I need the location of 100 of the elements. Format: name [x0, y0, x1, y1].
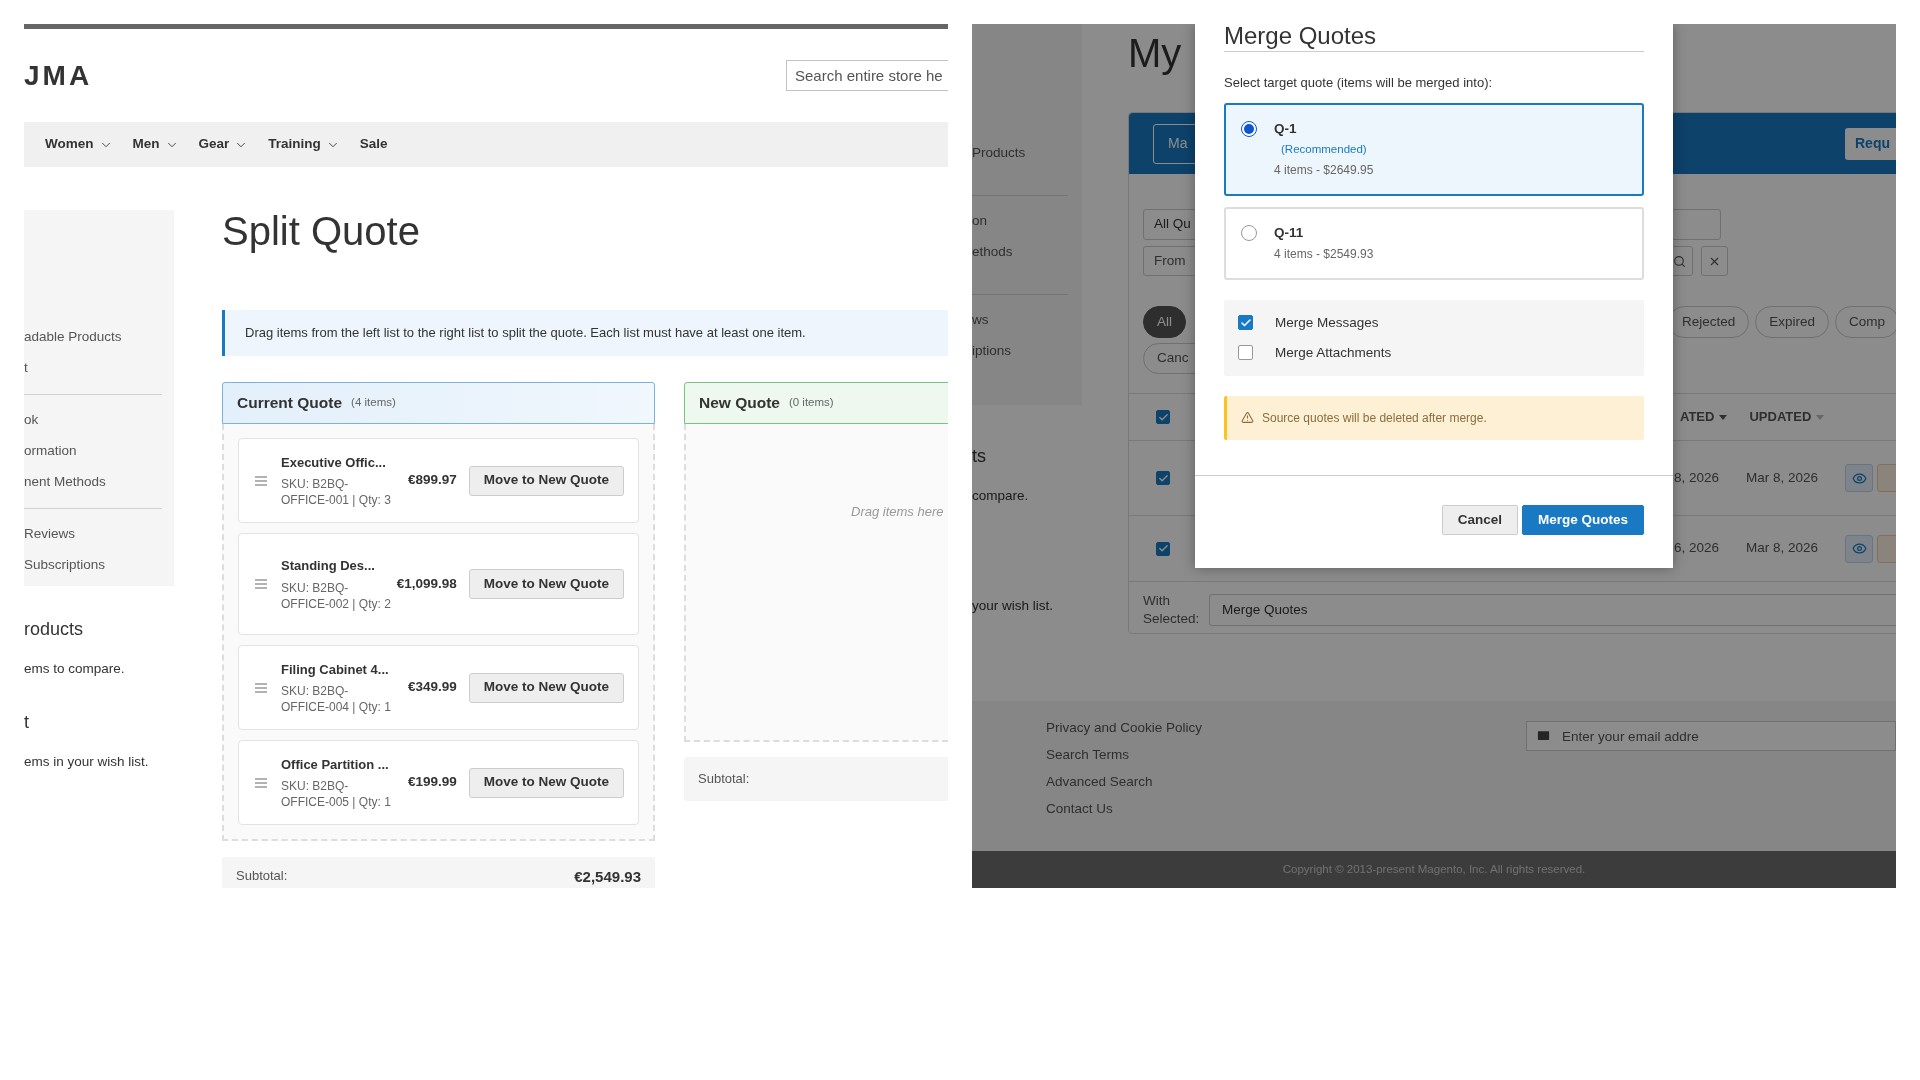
item-price: €349.99 [407, 678, 457, 697]
block-title: ts [972, 445, 987, 468]
quote-item-card[interactable]: Standing Des... SKU: B2BQ-OFFICE-002 | Qty: 2 €1,099.98 Move to New Quote [238, 533, 639, 635]
move-button[interactable]: Move to New Quote [468, 465, 624, 496]
subtotal-label: Subtotal: [698, 770, 750, 789]
panel-title: Current Quote [237, 393, 343, 414]
search-field[interactable]: Search entire store he [786, 60, 948, 91]
column-header[interactable]: UPDATED [1749, 407, 1825, 427]
empty-hint: Drag items here [851, 503, 944, 521]
sidebar-link[interactable]: ws [972, 305, 1068, 336]
column-header[interactable]: ATED [1680, 407, 1728, 427]
item-price: €199.99 [407, 773, 457, 792]
subtotal-label: Subtotal: [236, 867, 288, 885]
sidebar-link[interactable]: nent Methods [24, 467, 162, 498]
sidebar-link[interactable]: ethods [972, 237, 1068, 268]
checkbox[interactable] [1238, 345, 1253, 361]
status-pill[interactable]: Expired [1755, 306, 1830, 338]
item-price: €1,099.98 [396, 574, 457, 593]
table-cell-text: Mar 8, 2026 [1746, 468, 1819, 487]
warning-icon [1241, 411, 1254, 425]
sku-text: SKU: B2BQ-OFFICE-005 | Qty: 1 [281, 778, 392, 811]
warning-text: Source quotes will be deleted after merge. [1262, 409, 1487, 427]
footer-link[interactable]: Advanced Search [1046, 769, 1300, 796]
sidebar-link[interactable]: Subscriptions [24, 550, 162, 581]
subtotal-amount: €2,549.93 [574, 867, 641, 887]
action-button[interactable] [1877, 534, 1896, 563]
drag-handle-icon[interactable] [255, 475, 267, 486]
quote-option[interactable]: Q-1 (Recommended) 4 items - $2649.95 [1224, 102, 1644, 196]
move-button[interactable]: Move to New Quote [468, 672, 624, 703]
status-pill[interactable]: Comp [1835, 306, 1896, 338]
view-button[interactable] [1845, 534, 1874, 563]
status-pill[interactable]: All [1143, 306, 1186, 338]
footer-link[interactable]: Search Terms [1046, 742, 1300, 769]
sidebar-link[interactable]: ok [24, 405, 162, 436]
store-logo[interactable]: JMA [24, 54, 93, 97]
eye-icon [1851, 541, 1867, 556]
view-button[interactable] [1845, 464, 1874, 492]
recommended-note: (Recommended) [1281, 141, 1368, 157]
nav-link[interactable]: Men [132, 134, 179, 155]
quote-item-card[interactable]: Office Partition ... SKU: B2BQ-OFFICE-005 | Qty: 1 €199.99 Move to New Quote [238, 740, 639, 825]
move-button[interactable]: Move to New Quote [468, 767, 624, 798]
checkbox[interactable] [1156, 541, 1170, 556]
cancel-button[interactable]: Cancel [1441, 504, 1518, 535]
drag-handle-icon[interactable] [255, 682, 267, 693]
checkbox[interactable] [1156, 471, 1170, 485]
panel-title: New Quote [699, 393, 780, 414]
nav-link[interactable]: Gear [198, 134, 249, 155]
block-text: ems in your wish list. [24, 753, 150, 772]
page-title: Split Quote [222, 208, 420, 255]
sidebar-link[interactable]: Products [972, 138, 1068, 169]
item-count: (4 items) [351, 395, 396, 411]
nav-link[interactable]: Sale [359, 134, 388, 155]
item-price: €899.97 [407, 471, 457, 490]
search-icon [1673, 254, 1686, 268]
quote-option[interactable]: Q-11 4 items - $2549.93 [1224, 206, 1644, 280]
newsletter-field[interactable]: Enter your email addre [1526, 721, 1896, 751]
quote-item-card[interactable]: Filing Cabinet 4... SKU: B2BQ-OFFICE-004 | Qty: 1 €349.99 Move to New Quote [238, 645, 639, 730]
sidebar-link[interactable]: iptions [972, 336, 1068, 367]
info-notice: Drag items from the left list to the right list to split the quote. Each list must have at least one item. [222, 310, 948, 356]
nav-link[interactable]: Training [268, 134, 340, 155]
radio-button[interactable] [1241, 224, 1257, 241]
product-name: Filing Cabinet 4... [281, 660, 390, 679]
drag-handle-icon[interactable] [255, 579, 267, 589]
page-title: My [1128, 30, 1182, 77]
sidebar-link[interactable]: t [24, 353, 162, 384]
checkbox-label[interactable]: Merge Messages [1275, 312, 1379, 333]
quote-summary: 4 items - $2549.93 [1274, 245, 1374, 263]
drag-handle-icon[interactable] [255, 777, 267, 788]
footer-link[interactable]: Privacy and Cookie Policy [1046, 715, 1300, 742]
nav-link[interactable]: Women [45, 134, 113, 155]
quote-number: Q-1 [1274, 119, 1298, 138]
dialog-title: Merge Quotes [1224, 24, 1377, 49]
sidebar-link[interactable]: ormation [24, 436, 162, 467]
block-title: t [24, 711, 30, 735]
product-name: Executive Offic... [281, 453, 387, 472]
eye-icon [1851, 470, 1867, 486]
checkbox-label[interactable]: Merge Attachments [1275, 342, 1392, 363]
sku-text: SKU: B2BQ-OFFICE-001 | Qty: 3 [281, 476, 392, 509]
table-cell-text: 6, 2026 [1674, 539, 1721, 558]
sidebar-link[interactable]: adable Products [24, 322, 162, 353]
checkbox[interactable] [1156, 410, 1170, 424]
block-text: your wish list. [972, 597, 1055, 616]
bulk-action-select[interactable]: Merge Quotes [1209, 594, 1896, 626]
move-button[interactable]: Move to New Quote [468, 569, 624, 599]
product-name: Office Partition ... [281, 755, 390, 774]
sidebar-link[interactable]: on [972, 206, 1068, 237]
sort-caret-icon [1719, 414, 1728, 420]
radio-button[interactable] [1241, 120, 1257, 137]
checkbox[interactable] [1238, 315, 1253, 331]
table-cell-text: 8, 2026 [1674, 468, 1721, 487]
merge-button[interactable]: Merge Quotes [1521, 504, 1644, 535]
block-text: ems to compare. [24, 660, 126, 678]
item-count: (0 items) [788, 395, 834, 411]
block-text: compare. [972, 487, 1030, 505]
quote-item-card[interactable]: Executive Offic... SKU: B2BQ-OFFICE-001 | Qty: 3 €899.97 Move to New Quote [238, 438, 639, 523]
footer-link[interactable]: Contact Us [1046, 796, 1300, 823]
sidebar-link[interactable]: Reviews [24, 519, 162, 550]
bulk-label: With Selected: [1143, 592, 1201, 628]
block-title: roducts [24, 618, 85, 641]
clear-button[interactable] [1701, 246, 1728, 276]
